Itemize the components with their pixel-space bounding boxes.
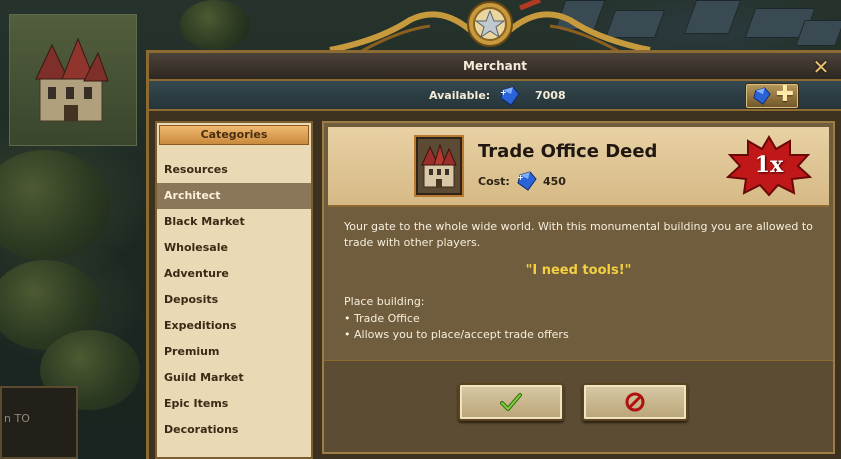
place-building-title: Place building: <box>344 295 425 308</box>
effect-item: Allows you to place/accept trade offers <box>344 327 569 343</box>
side-panel-fragment: n TO <box>0 386 78 459</box>
item-description: Your gate to the whole wide world. With … <box>344 220 813 249</box>
item-name: Trade Office Deed <box>478 141 658 162</box>
item-header: Trade Office Deed Cost: + 450 1x <box>328 127 829 207</box>
category-list: Resources Architect Black Market Wholesa… <box>157 157 311 443</box>
plus-icon: ✚ <box>775 82 795 107</box>
window-title: Merchant <box>462 59 528 73</box>
cost-value: 450 <box>543 175 566 188</box>
cancel-button[interactable] <box>582 383 688 421</box>
gem-icon: + <box>500 86 520 106</box>
gem-icon <box>753 87 771 105</box>
category-expeditions[interactable]: Expeditions <box>157 313 311 339</box>
svg-text:+: + <box>500 88 507 97</box>
confirm-button[interactable] <box>458 383 564 421</box>
category-epic-items[interactable]: Epic Items <box>157 391 311 417</box>
gem-icon: + <box>517 171 537 191</box>
categories-panel: Categories Resources Architect Black Mar… <box>155 121 313 459</box>
category-wholesale[interactable]: Wholesale <box>157 235 311 261</box>
category-decorations[interactable]: Decorations <box>157 417 311 443</box>
category-deposits[interactable]: Deposits <box>157 287 311 313</box>
available-bar: Available: + 7008 ✚ <box>149 81 841 111</box>
category-architect[interactable]: Architect <box>157 183 311 209</box>
no-sign-icon <box>625 392 645 412</box>
checkmark-icon <box>500 393 522 411</box>
merchant-window: Merchant ✕ Available: + 7008 ✚ Categorie… <box>146 50 841 459</box>
cost-label: Cost: <box>478 175 510 188</box>
item-detail-panel: Trade Office Deed Cost: + 450 1x Your ga… <box>322 121 835 454</box>
available-gems-value: 7008 <box>535 89 566 102</box>
buy-gems-button[interactable]: ✚ <box>745 83 799 109</box>
effect-item: Trade Office <box>344 311 569 327</box>
category-black-market[interactable]: Black Market <box>157 209 311 235</box>
side-panel-text: n TO <box>4 412 30 425</box>
category-guild-market[interactable]: Guild Market <box>157 365 311 391</box>
window-titlebar: Merchant ✕ <box>149 53 841 81</box>
trade-office-deed-icon <box>421 143 457 188</box>
categories-header: Categories <box>159 125 309 145</box>
building-preview-minimap <box>9 14 137 146</box>
item-thumbnail <box>414 135 464 197</box>
available-label: Available: <box>429 89 491 102</box>
close-icon[interactable]: ✕ <box>811 57 831 77</box>
category-premium[interactable]: Premium <box>157 339 311 365</box>
trade-office-building-icon <box>35 37 109 122</box>
category-resources[interactable]: Resources <box>157 157 311 183</box>
effect-list: Trade Office Allows you to place/accept … <box>344 311 569 343</box>
quantity-label: 1x <box>754 152 784 178</box>
item-quote: "I need tools!" <box>525 263 632 278</box>
svg-text:+: + <box>517 173 524 182</box>
star-crest-ornament <box>329 0 651 54</box>
action-area <box>324 360 833 452</box>
category-adventure[interactable]: Adventure <box>157 261 311 287</box>
